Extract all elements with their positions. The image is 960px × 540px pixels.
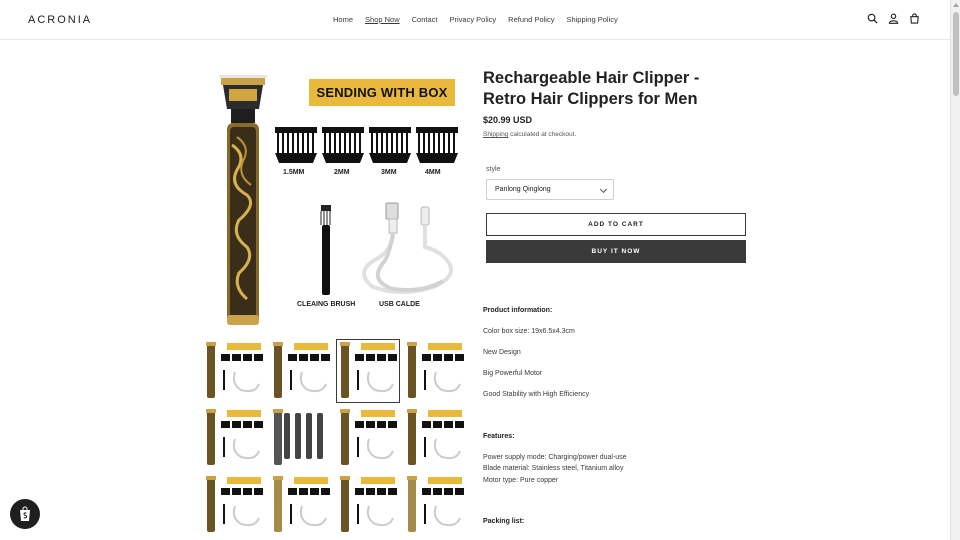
hair-clipper-image	[219, 75, 267, 325]
account-icon[interactable]	[888, 13, 899, 24]
thumbnail-image	[206, 476, 263, 532]
main-product-image[interactable]: SENDING WITH BOX 1.5MM 2MM 3MM 4MM CLEAI…	[203, 71, 469, 330]
product-thumbnail[interactable]	[336, 339, 400, 403]
thumbnail-image	[206, 342, 263, 398]
product-thumbnail[interactable]	[203, 474, 265, 536]
features-heading: Features:	[483, 433, 515, 440]
product-info-line: Good Stability with High Efficiency	[483, 391, 590, 398]
thumbnail-image	[273, 476, 330, 532]
chevron-down-icon	[599, 185, 608, 194]
shopify-bag-icon	[20, 506, 30, 521]
shipping-text: calculated at checkout.	[508, 131, 577, 138]
thumbnail-image	[273, 342, 330, 398]
scroll-up-icon[interactable]	[953, 3, 959, 7]
thumbnail-image	[340, 342, 397, 398]
main-nav: Home Shop Now Contact Privacy Policy Ref…	[333, 15, 618, 24]
nav-shipping-policy[interactable]: Shipping Policy	[566, 15, 617, 24]
add-to-cart-button[interactable]: ADD TO CART	[486, 213, 746, 236]
packing-list-heading: Packing list:	[483, 518, 525, 525]
comb-label: 1.5MM	[283, 169, 305, 176]
feature-line: Motor type: Pure copper	[483, 477, 559, 484]
comb-1-5mm-icon	[275, 127, 317, 163]
thumbnail-image	[407, 409, 464, 465]
comb-label: 3MM	[381, 169, 397, 176]
buy-it-now-button[interactable]: BUY IT NOW	[486, 240, 746, 263]
comb-4mm-icon	[416, 127, 458, 163]
cart-icon[interactable]	[909, 13, 920, 24]
product-price: $20.99 USD	[483, 115, 533, 125]
product-thumbnail[interactable]	[203, 340, 265, 402]
shopify-chat-button[interactable]	[10, 499, 40, 529]
product-thumbnail[interactable]	[270, 407, 332, 469]
product-info-heading: Product information:	[483, 307, 553, 314]
comb-2mm-icon	[322, 127, 364, 163]
thumbnail-image	[407, 342, 464, 398]
product-thumbnail[interactable]	[337, 474, 399, 536]
style-select[interactable]: Panlong Qinglong	[486, 179, 614, 200]
product-thumbnail[interactable]	[337, 407, 399, 469]
shipping-note: Shipping calculated at checkout.	[483, 131, 576, 138]
product-info-line: New Design	[483, 349, 521, 356]
sending-with-box-banner: SENDING WITH BOX	[309, 79, 455, 106]
style-option-label: style	[486, 166, 501, 173]
usb-cable-icon	[362, 202, 453, 294]
product-thumbnail[interactable]	[203, 407, 265, 469]
page-scrollbar[interactable]	[950, 0, 960, 540]
shipping-link[interactable]: Shipping	[483, 131, 508, 138]
product-thumbnail[interactable]	[404, 407, 466, 469]
product-info-line: Color box size: 19x6.5x4.3cm	[483, 328, 575, 335]
thumbnail-image	[340, 476, 397, 532]
nav-refund-policy[interactable]: Refund Policy	[508, 15, 554, 24]
nav-contact[interactable]: Contact	[412, 15, 438, 24]
product-thumbnail[interactable]	[270, 474, 332, 536]
comb-3mm-icon	[369, 127, 411, 163]
style-select-value: Panlong Qinglong	[495, 186, 551, 193]
thumbnail-image	[340, 409, 397, 465]
brush-caption: CLEAING BRUSH	[297, 301, 356, 308]
store-logo[interactable]: ACRONIA	[28, 14, 92, 26]
nav-shop-now[interactable]: Shop Now	[365, 15, 400, 24]
site-header: ACRONIA Home Shop Now Contact Privacy Po…	[0, 0, 950, 40]
product-thumbnail[interactable]	[270, 340, 332, 402]
product-thumbnail[interactable]	[404, 340, 466, 402]
comb-label: 4MM	[425, 169, 441, 176]
header-icons	[867, 13, 920, 24]
thumbnail-image	[206, 409, 263, 465]
thumbnail-image	[273, 409, 323, 465]
nav-privacy-policy[interactable]: Privacy Policy	[449, 15, 496, 24]
feature-line: Power supply mode: Charging/power dual-u…	[483, 454, 627, 461]
feature-line: Blade material: Stainless steel, Titaniu…	[483, 465, 624, 472]
product-thumbnail[interactable]	[404, 474, 466, 536]
usb-caption: USB CALDE	[379, 301, 420, 308]
product-info-line: Big Powerful Motor	[483, 370, 543, 377]
thumbnail-image	[407, 476, 464, 532]
scrollbar-thumb[interactable]	[953, 12, 959, 96]
nav-home[interactable]: Home	[333, 15, 353, 24]
comb-label: 2MM	[334, 169, 350, 176]
product-title: Rechargeable Hair Clipper - Retro Hair C…	[483, 69, 700, 108]
cleaning-brush-icon	[320, 205, 331, 295]
search-icon[interactable]	[867, 13, 878, 24]
